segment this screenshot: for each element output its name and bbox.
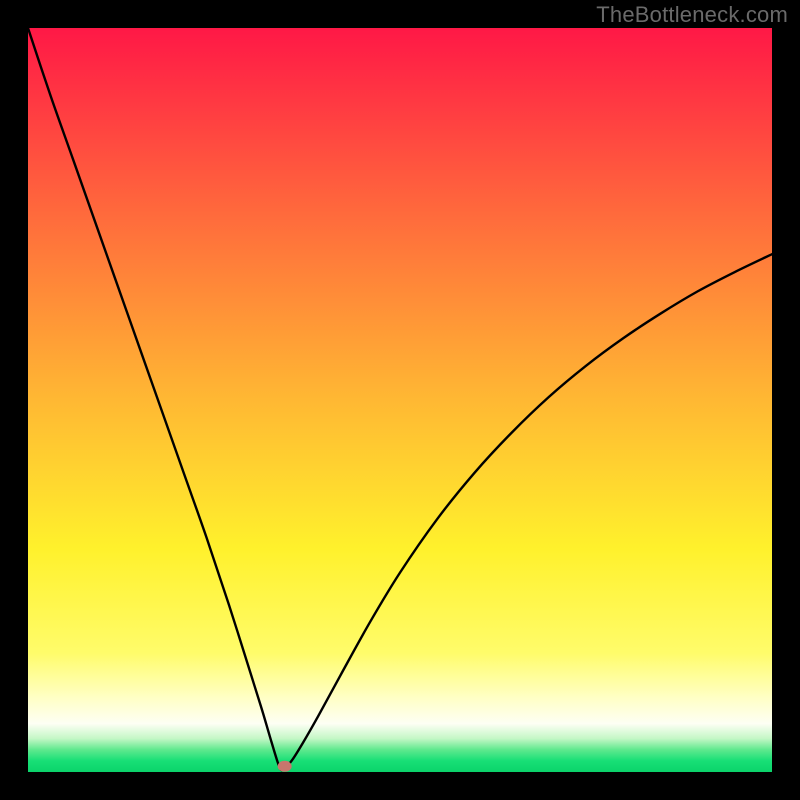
chart-svg bbox=[28, 28, 772, 772]
chart-frame: TheBottleneck.com bbox=[0, 0, 800, 800]
gradient-background bbox=[28, 28, 772, 772]
watermark-text: TheBottleneck.com bbox=[596, 2, 788, 28]
minimum-marker bbox=[278, 761, 292, 772]
plot-area bbox=[28, 28, 772, 772]
